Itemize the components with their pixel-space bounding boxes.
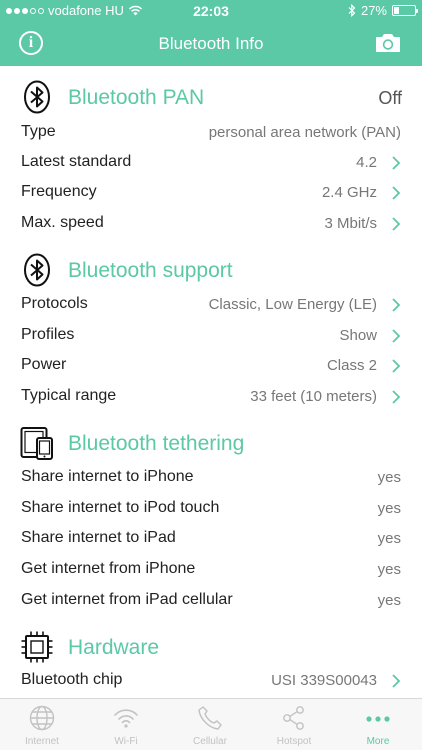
row-label: Max. speed xyxy=(21,214,104,231)
row-label: Share internet to iPad xyxy=(21,529,176,546)
row-typical-range[interactable]: Typical range 33 feet (10 meters) xyxy=(0,382,422,412)
row-max-speed[interactable]: Max. speed 3 Mbit/s xyxy=(0,209,422,239)
row-label: Power xyxy=(21,356,67,373)
row-bluetooth-chip[interactable]: Bluetooth chip USI 339S00043 xyxy=(0,666,422,696)
row-value: 3 Mbit/s xyxy=(324,215,377,232)
tab-wifi[interactable]: Wi-Fi xyxy=(84,699,168,750)
section-bluetooth-pan: Bluetooth PAN Off xyxy=(0,76,422,120)
row-get-ipad-cellular: Get internet from iPad cellular yes xyxy=(0,586,422,616)
battery-percent: 27% xyxy=(360,3,387,18)
section-title: Bluetooth support xyxy=(68,259,233,282)
row-value: 33 feet (10 meters) xyxy=(250,388,377,405)
row-value: 4.2 xyxy=(356,154,377,171)
more-dots-icon xyxy=(366,716,390,722)
row-label: Type xyxy=(21,123,56,140)
chevron-right-icon xyxy=(392,156,401,170)
row-latest-standard[interactable]: Latest standard 4.2 xyxy=(0,148,422,178)
row-label: Protocols xyxy=(21,295,88,312)
row-value: Class 2 xyxy=(326,357,377,374)
row-value: yes xyxy=(377,561,401,578)
row-power[interactable]: Power Class 2 xyxy=(0,351,422,381)
row-label: Typical range xyxy=(21,387,117,404)
tab-label: Internet xyxy=(25,736,59,747)
row-value: 2.4 GHz xyxy=(321,184,377,201)
wifi-icon xyxy=(114,709,138,728)
chevron-right-icon xyxy=(392,329,401,343)
chevron-right-icon xyxy=(392,186,401,200)
phone-icon xyxy=(198,706,222,730)
pan-status-value: Off xyxy=(378,88,402,108)
camera-icon[interactable] xyxy=(374,32,402,54)
row-value: yes xyxy=(377,530,401,547)
section-bluetooth-support: Bluetooth support xyxy=(0,249,422,293)
section-bluetooth-tethering: Bluetooth tethering xyxy=(0,422,422,466)
chevron-right-icon xyxy=(392,674,401,688)
tab-label: Wi-Fi xyxy=(114,736,138,747)
tab-internet[interactable]: Internet xyxy=(0,699,84,750)
section-hardware: Hardware xyxy=(0,626,422,670)
row-value: yes xyxy=(377,592,401,609)
top-bar: vodafone HU 22:03 27% i Bluetooth Info xyxy=(0,0,422,66)
row-type: Type personal area network (PAN) xyxy=(0,118,422,148)
tab-label: More xyxy=(366,736,390,747)
row-label: Get internet from iPhone xyxy=(21,560,196,577)
battery-icon xyxy=(392,5,418,16)
row-value: USI 339S00043 xyxy=(271,672,377,689)
tab-cellular[interactable]: Cellular xyxy=(168,699,252,750)
row-value: yes xyxy=(377,469,401,486)
section-title: Bluetooth tethering xyxy=(68,432,245,455)
chevron-right-icon xyxy=(392,390,401,404)
chevron-right-icon xyxy=(392,298,401,312)
status-bar: vodafone HU 22:03 27% xyxy=(0,0,422,22)
bluetooth-status-icon xyxy=(348,4,356,17)
row-label: Share internet to iPod touch xyxy=(21,499,220,516)
row-value: Show xyxy=(339,327,377,344)
section-title: Bluetooth PAN xyxy=(68,86,205,109)
row-label: Latest standard xyxy=(21,153,132,170)
chip-icon xyxy=(21,631,53,663)
row-value: personal area network (PAN) xyxy=(208,124,401,141)
globe-icon xyxy=(29,705,55,731)
page-title: Bluetooth Info xyxy=(158,34,264,53)
section-title: Hardware xyxy=(68,636,160,659)
chevron-right-icon xyxy=(392,359,401,373)
row-label: Share internet to iPhone xyxy=(21,468,194,485)
row-get-iphone: Get internet from iPhone yes xyxy=(0,555,422,585)
tab-label: Hotspot xyxy=(276,736,312,747)
row-label: Frequency xyxy=(21,183,97,200)
row-share-iphone: Share internet to iPhone yes xyxy=(0,463,422,493)
tab-hotspot[interactable]: Hotspot xyxy=(252,699,336,750)
row-frequency[interactable]: Frequency 2.4 GHz xyxy=(0,178,422,208)
share-icon xyxy=(283,706,304,730)
row-protocols[interactable]: Protocols Classic, Low Energy (LE) xyxy=(0,290,422,320)
tab-label: Cellular xyxy=(193,736,227,747)
row-label: Profiles xyxy=(21,326,75,343)
bluetooth-icon xyxy=(24,80,50,114)
tab-more[interactable]: More xyxy=(336,699,420,750)
row-value: Classic, Low Energy (LE) xyxy=(208,296,377,313)
tab-bar: Internet Wi-Fi Cellular Hotspot More xyxy=(0,698,422,750)
bluetooth-icon xyxy=(24,253,50,287)
chevron-right-icon xyxy=(392,217,401,231)
row-label: Get internet from iPad cellular xyxy=(21,591,233,608)
content-scroll[interactable]: Bluetooth PAN Off Type personal area net… xyxy=(0,66,422,698)
row-share-ipad: Share internet to iPad yes xyxy=(0,524,422,554)
devices-icon xyxy=(20,427,53,460)
row-label: Bluetooth chip xyxy=(21,671,123,688)
nav-bar: i Bluetooth Info xyxy=(0,22,422,66)
row-profiles[interactable]: Profiles Show xyxy=(0,321,422,351)
row-value: yes xyxy=(377,500,401,517)
row-share-ipod: Share internet to iPod touch yes xyxy=(0,494,422,524)
